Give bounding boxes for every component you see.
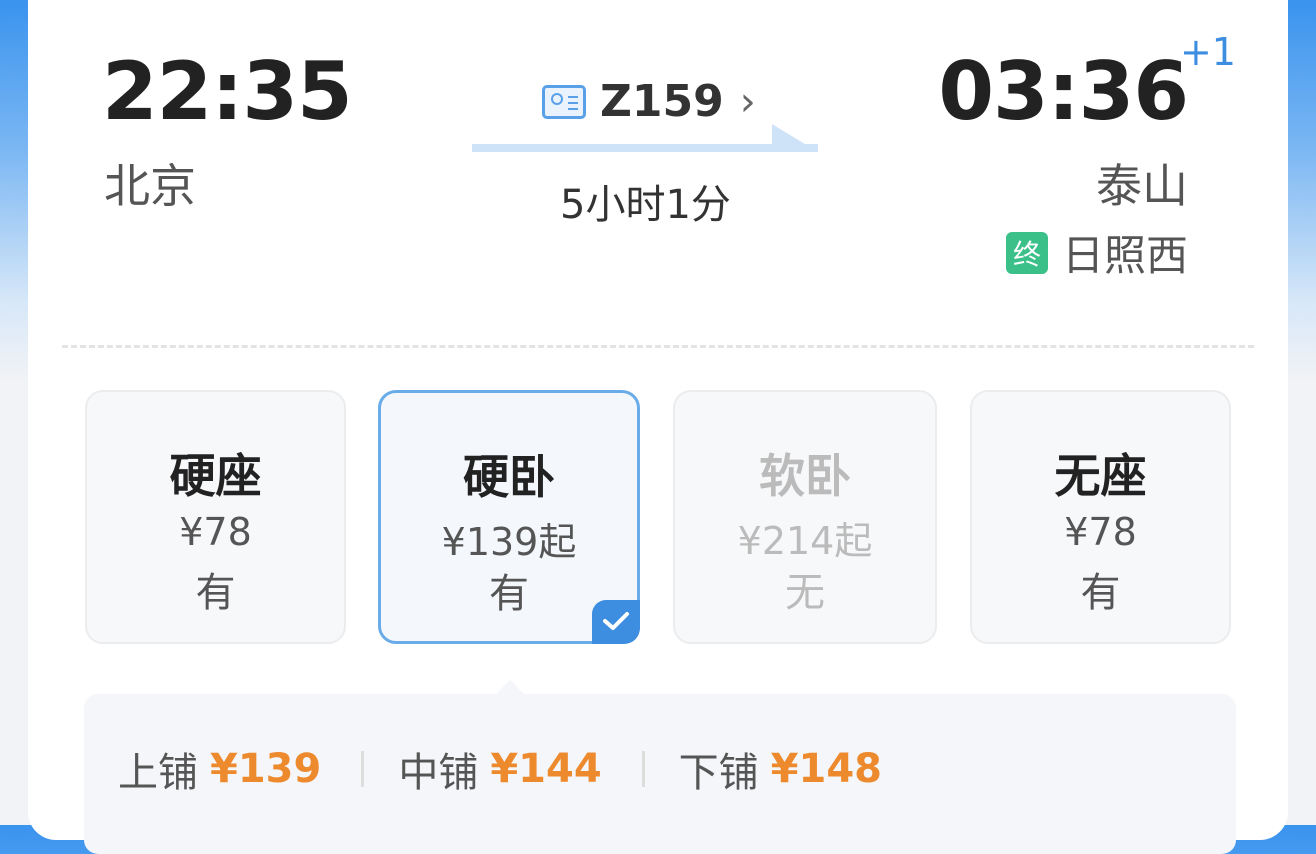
berth-label-upper: 上铺 [118,750,198,796]
selected-check-badge [592,600,640,644]
berth-label-middle: 中铺 [398,750,479,796]
arrival-time: 03:36 [938,45,1189,138]
seat-option-hard-seat[interactable]: 硬座 ¥78 有 [85,390,346,644]
seat-name: 硬卧 [463,450,555,504]
train-number: Z159 [600,76,724,127]
seat-availability: 有 [195,570,236,616]
seat-price: ¥78 [1064,510,1137,554]
seat-option-no-seat[interactable]: 无座 ¥78 有 [970,390,1231,644]
chevron-right-icon: › [739,78,756,125]
arrival-day-offset: +1 [1179,30,1236,74]
terminal-info: 终 日照西 [1005,222,1188,283]
route-arrow-icon [472,124,818,152]
berth-separator [361,751,365,787]
travel-duration: 5小时1分 [560,182,731,228]
dashed-divider [62,345,1254,348]
id-card-icon [542,84,586,119]
terminal-badge: 终 [1005,231,1048,274]
terminal-station: 日照西 [1061,231,1188,280]
seat-name: 无座 [1054,449,1147,503]
seat-price: ¥78 [179,510,252,554]
departure-station: 北京 [104,159,196,213]
berth-separator [641,751,645,787]
seat-option-hard-sleeper[interactable]: 硬卧 ¥139起 有 [378,390,640,644]
seat-option-soft-sleeper[interactable]: 软卧 ¥214起 无 [673,390,937,644]
arrival-station: 泰山 [1096,159,1188,213]
checkmark-icon [603,612,629,630]
seat-price: ¥139起 [441,520,577,564]
berth-price-upper: ¥139 [210,746,322,792]
seat-availability: 有 [1080,570,1121,616]
berth-price-list: 上铺 ¥139 中铺 ¥144 下铺 ¥148 [118,740,882,798]
seat-name: 软卧 [759,449,851,503]
seat-price: ¥214起 [737,519,873,563]
train-number-link[interactable]: Z159 › [542,76,756,127]
berth-label-lower: 下铺 [678,750,759,796]
seat-availability: 无 [785,570,825,616]
berth-price-lower: ¥148 [770,746,882,792]
berth-price-middle: ¥144 [490,746,602,792]
seat-name: 硬座 [169,449,262,503]
departure-time: 22:35 [102,45,353,138]
